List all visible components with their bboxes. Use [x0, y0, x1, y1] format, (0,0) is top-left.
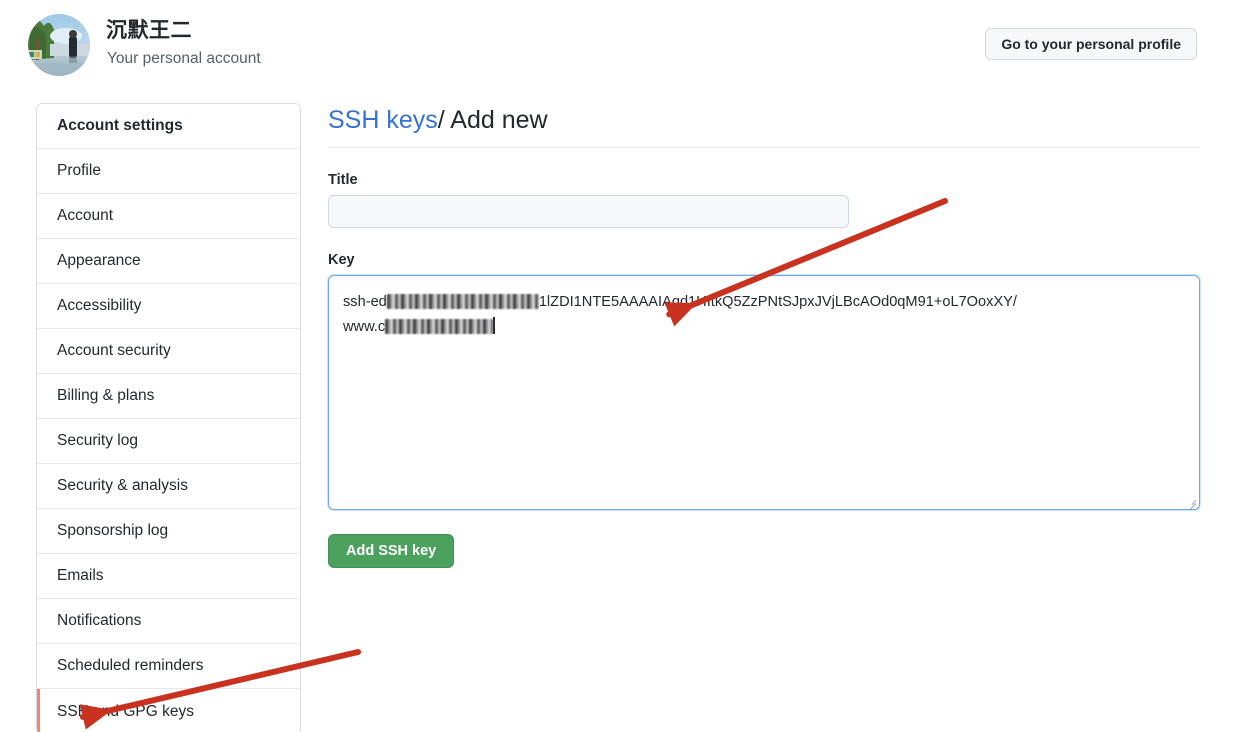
sidebar-item-billing-plans[interactable]: Billing & plans — [37, 374, 300, 419]
sidebar-item-label: Scheduled reminders — [57, 657, 203, 675]
redacted-key-segment-1 — [387, 294, 539, 309]
sidebar-item-sponsorship-log[interactable]: Sponsorship log — [37, 509, 300, 554]
sidebar-item-label: SSH and GPG keys — [57, 703, 194, 721]
sidebar-item-notifications[interactable]: Notifications — [37, 599, 300, 644]
key-textarea-wrapper: ssh-ed 1lZDI1NTE5AAAAIAqd1HItkQ5ZzPNtSJpx… — [328, 275, 1200, 510]
title-input[interactable] — [328, 195, 849, 228]
add-ssh-key-button[interactable]: Add SSH key — [328, 534, 454, 568]
sidebar-item-security-log[interactable]: Security log — [37, 419, 300, 464]
sidebar-item-label: Account security — [57, 342, 171, 360]
sidebar-item-emails[interactable]: Emails — [37, 554, 300, 599]
sidebar-item-appearance[interactable]: Appearance — [37, 239, 300, 284]
avatar-image — [28, 14, 90, 76]
sidebar-item-label: Notifications — [57, 612, 141, 630]
sidebar-item-label: Appearance — [57, 252, 141, 270]
account-name: 沉默王二 — [106, 18, 192, 44]
avatar[interactable] — [28, 14, 90, 76]
redacted-key-segment-2 — [385, 319, 493, 334]
key-line1-suffix: 1lZDI1NTE5AAAAIAqd1HItkQ5ZzPNtSJpxJVjLBc… — [539, 294, 1017, 310]
sidebar-item-label: Account — [57, 207, 113, 225]
sidebar-item-label: Security log — [57, 432, 138, 450]
key-textarea[interactable]: ssh-ed 1lZDI1NTE5AAAAIAqd1HItkQ5ZzPNtSJpx… — [328, 275, 1200, 510]
go-to-personal-profile-button[interactable]: Go to your personal profile — [985, 28, 1197, 60]
sidebar-item-label: Account settings — [57, 117, 183, 135]
main-content: SSH keys/ Add new Title Key ssh-ed 1lZDI1… — [328, 103, 1200, 568]
sidebar-item-accessibility[interactable]: Accessibility — [37, 284, 300, 329]
sidebar-item-label: Profile — [57, 162, 101, 180]
key-line2-prefix: www.c — [343, 319, 385, 335]
sidebar-item-account[interactable]: Account — [37, 194, 300, 239]
sidebar-item-profile[interactable]: Profile — [37, 149, 300, 194]
sidebar-item-scheduled-reminders[interactable]: Scheduled reminders — [37, 644, 300, 689]
sidebar-item-label: Emails — [57, 567, 104, 585]
breadcrumb-separator: / — [438, 106, 445, 134]
sidebar-item-account-security[interactable]: Account security — [37, 329, 300, 374]
page-root: 沉默王二 Your personal account Go to your pe… — [0, 0, 1240, 732]
title-field-label: Title — [328, 172, 1200, 188]
sidebar-item-ssh-and-gpg-keys[interactable]: SSH and GPG keys — [37, 689, 300, 732]
key-field-label: Key — [328, 252, 1200, 268]
sidebar-item-security-analysis[interactable]: Security & analysis — [37, 464, 300, 509]
breadcrumb-current: Add new — [450, 106, 547, 134]
account-header: 沉默王二 Your personal account Go to your pe… — [0, 0, 1240, 92]
settings-sidebar: Account settings Profile Account Appearance… — [36, 103, 301, 732]
breadcrumb-ssh-keys-link[interactable]: SSH keys — [328, 106, 438, 134]
sidebar-header-account-settings: Account settings — [37, 104, 300, 149]
sidebar-item-label: Sponsorship log — [57, 522, 168, 540]
sidebar-item-label: Billing & plans — [57, 387, 154, 405]
breadcrumb: SSH keys/ Add new — [328, 103, 1200, 148]
text-cursor — [493, 317, 495, 334]
sidebar-item-label: Security & analysis — [57, 477, 188, 495]
sidebar-item-label: Accessibility — [57, 297, 141, 315]
account-subtitle: Your personal account — [107, 49, 261, 69]
key-line1-prefix: ssh-ed — [343, 294, 387, 310]
